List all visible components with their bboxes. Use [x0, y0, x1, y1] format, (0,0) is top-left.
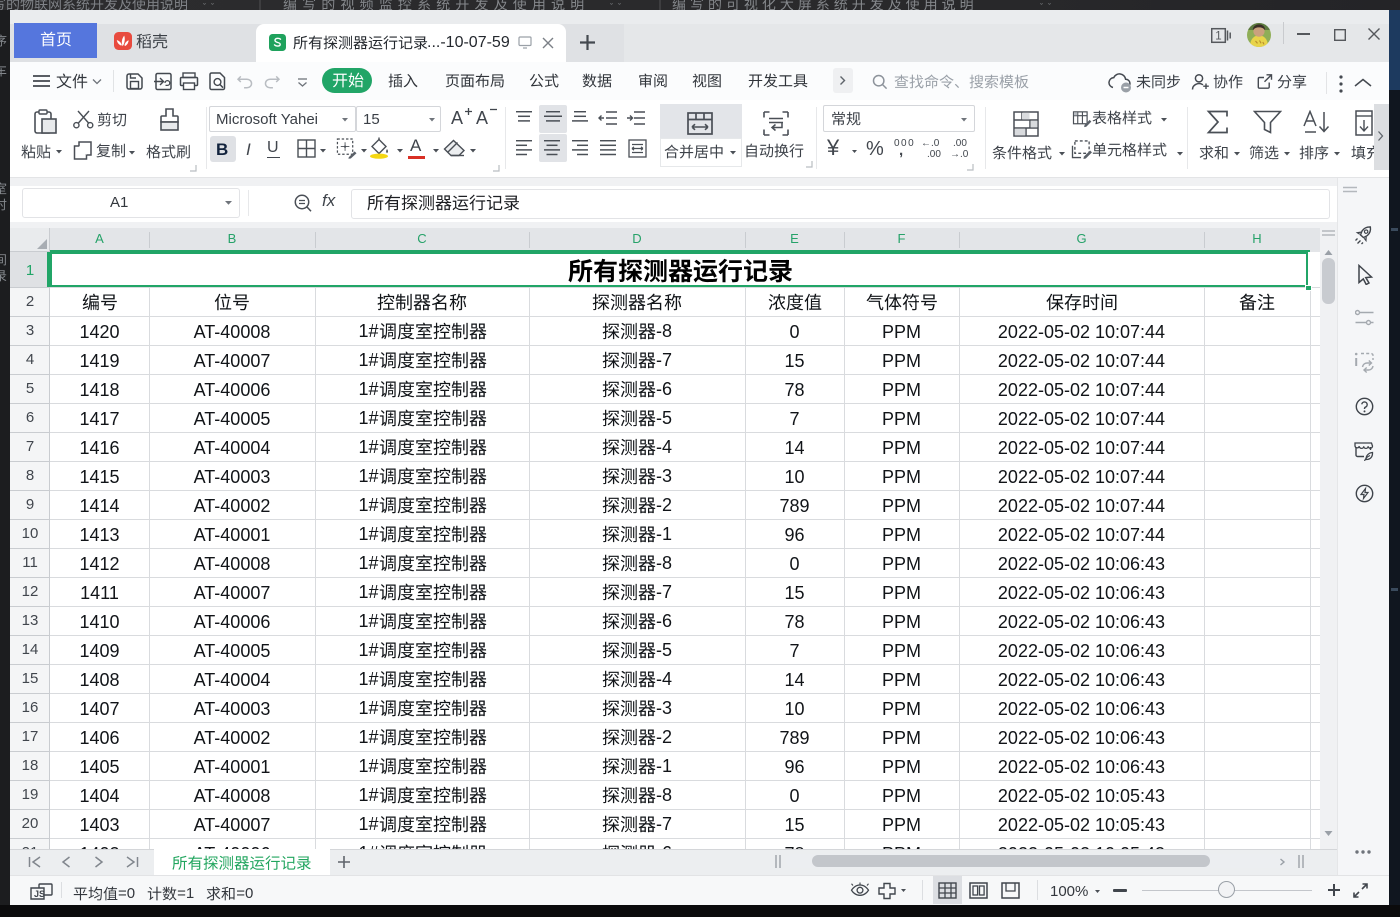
svg-text:1: 1: [1215, 31, 1221, 43]
svg-text:JS: JS: [34, 889, 45, 899]
